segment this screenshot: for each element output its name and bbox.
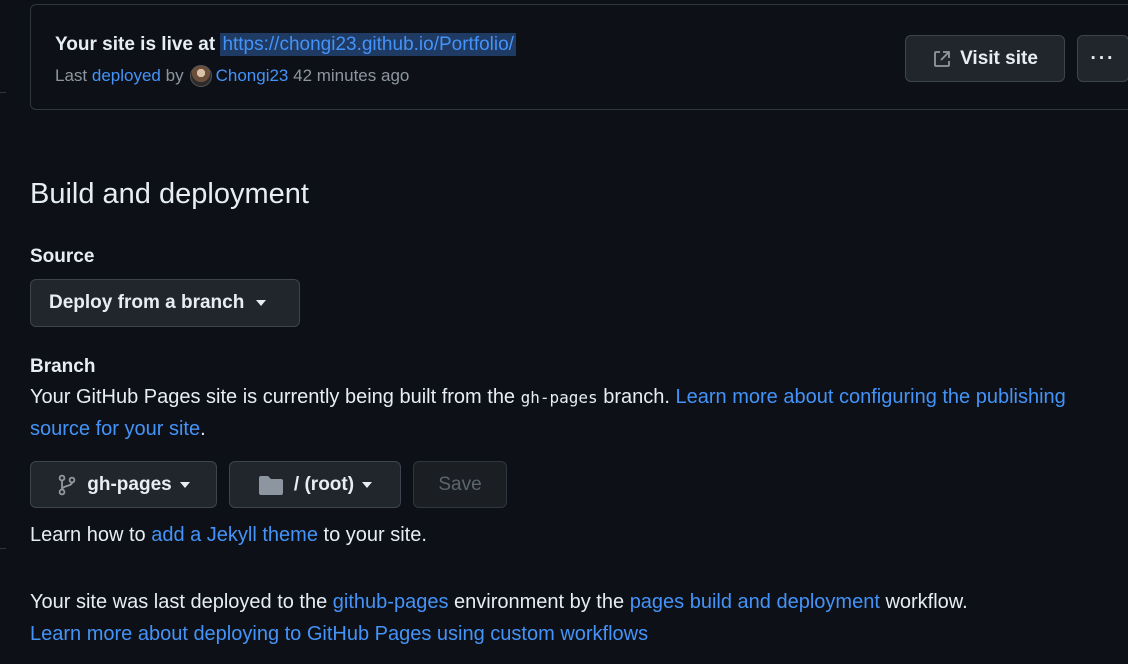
user-link[interactable]: Chongi23 xyxy=(216,66,289,86)
site-live-heading: Your site is live at https://chongi23.gi… xyxy=(55,33,516,56)
branch-label: Branch xyxy=(30,356,96,377)
more-options-button[interactable]: ··· xyxy=(1077,35,1128,82)
github-pages-env-link[interactable]: github-pages xyxy=(333,591,449,613)
branch-description-cont: source for your site. xyxy=(30,418,206,441)
site-url-link[interactable]: https://chongi23.github.io/Portfolio/ xyxy=(220,33,516,56)
custom-workflows-link[interactable]: Learn more about deploying to GitHub Pag… xyxy=(30,623,648,645)
save-button[interactable]: Save xyxy=(413,461,507,508)
caret-down-icon xyxy=(179,481,190,488)
by-label: by xyxy=(165,66,184,85)
edge-divider xyxy=(0,548,6,549)
edge-divider xyxy=(0,92,6,93)
branch-code: gh-pages xyxy=(520,388,598,407)
custom-workflows-line: Learn more about deploying to GitHub Pag… xyxy=(30,623,648,646)
deployed-text-end: workflow. xyxy=(885,591,968,613)
git-branch-icon xyxy=(58,474,76,495)
jekyll-text-end: to your site. xyxy=(323,524,427,546)
folder-select[interactable]: / (root) xyxy=(229,461,401,508)
external-link-icon xyxy=(934,50,950,67)
branch-description: Your GitHub Pages site is currently bein… xyxy=(30,386,1066,409)
section-heading: Build and deployment xyxy=(30,178,309,210)
jekyll-text: Learn how to xyxy=(30,524,146,546)
source-label: Source xyxy=(30,246,95,267)
last-label: Last xyxy=(55,66,88,85)
jekyll-theme-link[interactable]: add a Jekyll theme xyxy=(151,524,318,546)
folder-select-value: / (root) xyxy=(293,473,355,495)
pages-settings: Your site is live at https://chongi23.gi… xyxy=(0,0,1128,664)
avatar[interactable] xyxy=(189,65,212,87)
deployed-text-mid: environment by the xyxy=(454,591,625,613)
caret-down-icon xyxy=(256,300,267,306)
last-deployed-info: Your site was last deployed to the githu… xyxy=(30,591,968,614)
caret-down-icon xyxy=(362,481,373,488)
deploy-time: 42 minutes ago xyxy=(293,66,410,85)
source-dropdown-value: Deploy from a branch xyxy=(49,292,245,313)
folder-icon xyxy=(258,475,283,495)
visit-site-button[interactable]: Visit site xyxy=(905,35,1065,82)
site-live-prefix: Your site is live at xyxy=(55,34,216,55)
jekyll-theme-line: Learn how to add a Jekyll theme to your … xyxy=(30,524,427,547)
branch-select-value: gh-pages xyxy=(87,473,172,495)
branch-select[interactable]: gh-pages xyxy=(30,461,217,508)
deployed-text: Your site was last deployed to the xyxy=(30,591,328,613)
period: . xyxy=(200,418,206,440)
site-live-banner: Your site is live at https://chongi23.gi… xyxy=(30,4,1128,110)
publishing-source-link[interactable]: Learn more about configuring the publish… xyxy=(676,386,1066,408)
workflow-link[interactable]: pages build and deployment xyxy=(630,591,880,613)
kebab-icon: ··· xyxy=(1090,47,1116,69)
branch-text: Your GitHub Pages site is currently bein… xyxy=(30,386,516,408)
publishing-source-link-cont[interactable]: source for your site xyxy=(30,418,200,440)
source-dropdown[interactable]: Deploy from a branch xyxy=(30,279,300,327)
branch-text-end: branch. xyxy=(603,386,670,408)
deployed-link[interactable]: deployed xyxy=(92,66,161,86)
last-deployed-line: Last deployed by Chongi23 42 minutes ago xyxy=(55,65,409,87)
visit-site-label: Visit site xyxy=(960,47,1038,69)
